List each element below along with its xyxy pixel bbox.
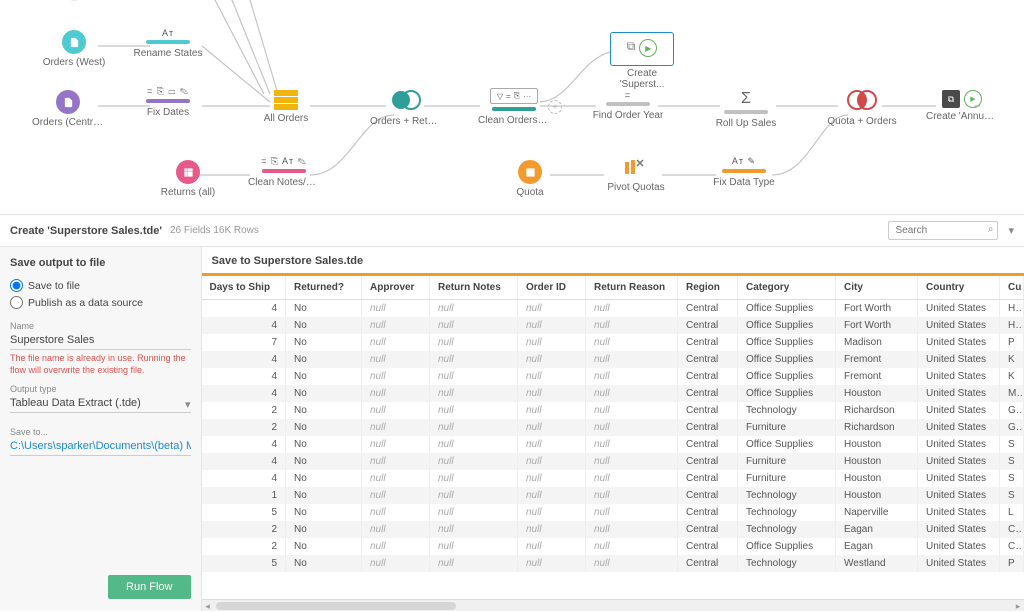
table-row[interactable]: 2NonullnullnullnullCentralTechnologyRich… <box>202 402 1024 419</box>
col-header[interactable]: Approver <box>362 276 430 300</box>
table-row[interactable]: 7NonullnullnullnullCentralOffice Supplie… <box>202 334 1024 351</box>
node-create-superstore-label: Create 'Superst... <box>604 68 680 90</box>
col-header[interactable]: Returned? <box>286 276 362 300</box>
filename-warning: The file name is already in use. Running… <box>10 353 191 376</box>
search-input[interactable] <box>888 221 998 240</box>
table-row[interactable]: 4NonullnullnullnullCentralOffice Supplie… <box>202 385 1024 402</box>
table-row[interactable]: 4NonullnullnullnullCentralOffice Supplie… <box>202 436 1024 453</box>
col-header[interactable]: Country <box>918 276 1000 300</box>
clean-step-box: ▽=⎘⋯ <box>490 88 538 104</box>
col-header[interactable]: Region <box>678 276 738 300</box>
table-row[interactable]: 2NonullnullnullnullCentralTechnologyEaga… <box>202 521 1024 538</box>
table-row[interactable]: 4NonullnullnullnullCentralFurnitureHoust… <box>202 470 1024 487</box>
header-meta: 26 Fields 16K Rows <box>170 225 259 236</box>
play-icon[interactable]: ▶ <box>639 39 657 57</box>
node-roll-up-sales[interactable]: ΣRoll Up Sales <box>710 90 782 129</box>
node-fix-data-type[interactable]: Fix Data Type <box>132 0 204 1</box>
node-create-annual[interactable]: ⧉▶ Create 'Annual ... <box>926 90 998 122</box>
table-row[interactable]: 5NonullnullnullnullCentralTechnologyNape… <box>202 504 1024 521</box>
node-orders-east[interactable]: Orders_East <box>33 0 105 1</box>
node-find-order-year[interactable]: =Find Order Year <box>592 90 664 121</box>
panel-menu-caret[interactable]: ▾ <box>1008 224 1014 237</box>
output-type-select[interactable] <box>10 394 191 413</box>
pivot-icon <box>623 158 649 179</box>
save-output-heading: Save output to file <box>10 257 191 269</box>
col-header[interactable]: Days to Ship <box>202 276 286 300</box>
search-icon: ⌕ <box>988 224 994 235</box>
datasource-icon <box>62 30 86 54</box>
play-icon[interactable]: ▶ <box>964 90 982 108</box>
search-box[interactable]: ⌕ <box>888 221 998 240</box>
node-orders-returns[interactable]: Orders + Returns <box>370 90 442 127</box>
datasource-icon <box>176 160 200 184</box>
header-title: Create 'Superstore Sales.tde' <box>10 225 162 237</box>
scroll-left-icon[interactable]: ◂ <box>202 600 214 612</box>
table-row[interactable]: 4NonullnullnullnullCentralOffice Supplie… <box>202 368 1024 385</box>
node-orders-central[interactable]: Orders (Central) <box>32 90 104 128</box>
datasource-icon <box>56 90 80 114</box>
caret-down-icon[interactable]: ▾ <box>185 398 191 411</box>
node-create-superstore[interactable]: ⧉ ▶ <box>610 32 674 66</box>
join-icon <box>846 90 878 113</box>
node-fix-dates[interactable]: = ⎘ ▭ ✎Fix Dates <box>132 86 204 118</box>
preview-title: Save to Superstore Sales.tde <box>202 247 1024 273</box>
run-flow-button[interactable]: Run Flow <box>108 575 190 599</box>
node-rename-states[interactable]: AᴛRename States <box>132 28 204 59</box>
table-row[interactable]: 4NonullnullnullnullCentralOffice Supplie… <box>202 351 1024 368</box>
header-bar: Create 'Superstore Sales.tde' 26 Fields … <box>0 215 1024 247</box>
table-row[interactable]: 4NonullnullnullnullCentralOffice Supplie… <box>202 317 1024 334</box>
col-header[interactable]: Return Reason <box>586 276 678 300</box>
col-header[interactable]: City <box>836 276 918 300</box>
datasource-icon <box>518 160 542 184</box>
name-input[interactable] <box>10 331 191 350</box>
radio-publish[interactable]: Publish as a data source <box>10 296 191 309</box>
join-icon <box>390 90 422 113</box>
table-row[interactable]: 4NonullnullnullnullCentralFurnitureHoust… <box>202 453 1024 470</box>
union-icon <box>274 90 298 110</box>
col-header[interactable]: Order ID <box>518 276 586 300</box>
output-config-panel: Save output to file Save to file Publish… <box>0 247 201 611</box>
table-row[interactable]: 2NonullnullnullnullCentralFurnitureRicha… <box>202 419 1024 436</box>
table-row[interactable]: 2NonullnullnullnullCentralOffice Supplie… <box>202 538 1024 555</box>
node-clean-notes[interactable]: = ⎘ Aᴛ ✎Clean Notes/Ap... <box>248 156 320 188</box>
node-pivot-quotas[interactable]: Pivot Quotas <box>600 158 672 193</box>
col-header[interactable]: Category <box>738 276 836 300</box>
node-quota[interactable]: Quota <box>494 160 566 198</box>
sigma-icon: Σ <box>710 90 782 108</box>
node-fix-data-type2[interactable]: Aᴛ ✎Fix Data Type <box>708 156 780 188</box>
output-type-label: Output type <box>10 384 191 394</box>
preview-table[interactable]: Days to ShipReturned?ApproverReturn Note… <box>202 276 1024 572</box>
table-row[interactable]: 4NonullnullnullnullCentralOffice Supplie… <box>202 300 1024 318</box>
col-header[interactable]: Return Notes <box>430 276 518 300</box>
radio-save-to-file[interactable]: Save to file <box>10 279 191 292</box>
saveto-path[interactable] <box>10 437 191 456</box>
table-row[interactable]: 5NonullnullnullnullCentralTechnologyWest… <box>202 555 1024 572</box>
node-returns-all[interactable]: Returns (all) <box>152 160 224 198</box>
scroll-right-icon[interactable]: ▸ <box>1012 600 1024 612</box>
horizontal-scrollbar[interactable]: ◂ ▸ <box>202 599 1024 611</box>
name-label: Name <box>10 321 191 331</box>
node-clean-orders[interactable]: ▽=⎘⋯ Clean Orders + ... <box>478 88 550 126</box>
saveto-label: Save to... <box>10 427 191 437</box>
col-header[interactable]: Cu <box>1000 276 1024 300</box>
extract-icon: ⧉ <box>942 90 960 108</box>
preview-panel: Save to Superstore Sales.tde Days to Shi… <box>201 247 1024 611</box>
extract-icon: ⧉ <box>627 39 636 57</box>
add-step-button[interactable]: + <box>548 100 562 114</box>
node-orders-west[interactable]: Orders (West) <box>38 30 110 68</box>
node-quota-orders[interactable]: Quota + Orders <box>826 90 898 127</box>
flow-canvas[interactable]: Orders_East Fix Data Type ⧉ ▶ Create 'Su… <box>0 0 1024 215</box>
node-all-orders[interactable]: All Orders <box>250 90 322 124</box>
table-row[interactable]: 1NonullnullnullnullCentralTechnologyHous… <box>202 487 1024 504</box>
